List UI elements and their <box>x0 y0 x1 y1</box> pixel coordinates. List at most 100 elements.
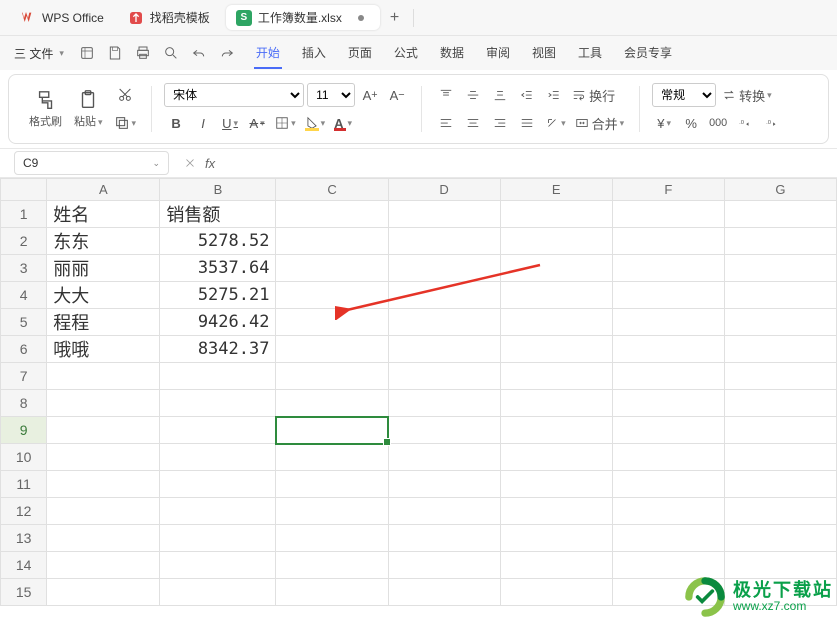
row-header-10[interactable]: 10 <box>1 444 47 471</box>
tab-formula[interactable]: 公式 <box>392 38 420 69</box>
cell-G15[interactable] <box>724 579 836 606</box>
cell-C8[interactable] <box>276 390 388 417</box>
cancel-icon[interactable] <box>183 156 197 170</box>
align-bottom-button[interactable] <box>488 83 512 107</box>
row-header-13[interactable]: 13 <box>1 525 47 552</box>
row-header-3[interactable]: 3 <box>1 255 47 282</box>
cell-A3[interactable]: 丽丽 <box>47 255 160 282</box>
cell-B8[interactable] <box>160 390 276 417</box>
cell-A8[interactable] <box>47 390 160 417</box>
cell-E11[interactable] <box>500 471 612 498</box>
percent-button[interactable]: % <box>679 111 703 135</box>
cell-F13[interactable] <box>612 525 724 552</box>
cell-B13[interactable] <box>160 525 276 552</box>
row-header-5[interactable]: 5 <box>1 309 47 336</box>
cell-E8[interactable] <box>500 390 612 417</box>
cell-A4[interactable]: 大大 <box>47 282 160 309</box>
cell-B11[interactable] <box>160 471 276 498</box>
file-menu[interactable]: 三 文件 ▾ <box>6 41 72 66</box>
cell-G9[interactable] <box>724 417 836 444</box>
cell-G14[interactable] <box>724 552 836 579</box>
cell-A9[interactable] <box>47 417 160 444</box>
cell-F7[interactable] <box>612 363 724 390</box>
align-center-button[interactable] <box>461 111 485 135</box>
strikethrough-button[interactable]: A▾ <box>245 111 269 135</box>
cell-B5[interactable]: 9426.42 <box>160 309 276 336</box>
cell-E10[interactable] <box>500 444 612 471</box>
cell-C10[interactable] <box>276 444 388 471</box>
increase-indent-button[interactable] <box>542 83 566 107</box>
cell-E13[interactable] <box>500 525 612 552</box>
format-painter-button[interactable]: 格式刷 <box>25 89 66 129</box>
col-header-G[interactable]: G <box>724 179 836 201</box>
cell-A13[interactable] <box>47 525 160 552</box>
cell-C4[interactable] <box>276 282 388 309</box>
underline-button[interactable]: U▾ <box>218 111 242 135</box>
cell-E2[interactable] <box>500 228 612 255</box>
name-box[interactable]: C9 ⌄ <box>14 151 169 175</box>
row-header-11[interactable]: 11 <box>1 471 47 498</box>
col-header-C[interactable]: C <box>276 179 388 201</box>
cell-C15[interactable] <box>276 579 388 606</box>
col-header-B[interactable]: B <box>160 179 276 201</box>
cell-B14[interactable] <box>160 552 276 579</box>
bold-button[interactable]: B <box>164 111 188 135</box>
row-header-15[interactable]: 15 <box>1 579 47 606</box>
cell-D2[interactable] <box>388 228 500 255</box>
italic-button[interactable]: I <box>191 111 215 135</box>
cell-E1[interactable] <box>500 201 612 228</box>
cell-A2[interactable]: 东东 <box>47 228 160 255</box>
cell-F3[interactable] <box>612 255 724 282</box>
cell-C9[interactable] <box>276 417 388 444</box>
cell-E4[interactable] <box>500 282 612 309</box>
tab-data[interactable]: 数据 <box>438 38 466 69</box>
cell-B2[interactable]: 5278.52 <box>160 228 276 255</box>
cell-B3[interactable]: 3537.64 <box>160 255 276 282</box>
cell-D9[interactable] <box>388 417 500 444</box>
font-color-button[interactable]: A▾ <box>331 111 355 135</box>
cell-D15[interactable] <box>388 579 500 606</box>
convert-button[interactable]: 转换▾ <box>719 83 775 107</box>
decrease-decimal-button[interactable]: .0 <box>760 111 784 135</box>
tab-tools[interactable]: 工具 <box>576 38 604 69</box>
cell-F12[interactable] <box>612 498 724 525</box>
fx-icon[interactable]: fx <box>205 156 215 171</box>
cell-F5[interactable] <box>612 309 724 336</box>
cell-A12[interactable] <box>47 498 160 525</box>
cell-D11[interactable] <box>388 471 500 498</box>
cut-button[interactable] <box>111 83 140 107</box>
cell-E12[interactable] <box>500 498 612 525</box>
cell-A1[interactable]: 姓名 <box>47 201 160 228</box>
cell-G4[interactable] <box>724 282 836 309</box>
cell-F8[interactable] <box>612 390 724 417</box>
cell-C14[interactable] <box>276 552 388 579</box>
cell-A10[interactable] <box>47 444 160 471</box>
cell-A11[interactable] <box>47 471 160 498</box>
cell-E3[interactable] <box>500 255 612 282</box>
font-size-select[interactable]: 11 <box>307 83 355 107</box>
cell-A7[interactable] <box>47 363 160 390</box>
decrease-font-button[interactable]: A− <box>385 83 409 107</box>
cell-B10[interactable] <box>160 444 276 471</box>
cell-F2[interactable] <box>612 228 724 255</box>
cell-D5[interactable] <box>388 309 500 336</box>
col-header-E[interactable]: E <box>500 179 612 201</box>
row-header-9[interactable]: 9 <box>1 417 47 444</box>
cell-D3[interactable] <box>388 255 500 282</box>
cell-A5[interactable]: 程程 <box>47 309 160 336</box>
cell-D7[interactable] <box>388 363 500 390</box>
cell-F9[interactable] <box>612 417 724 444</box>
cell-B7[interactable] <box>160 363 276 390</box>
align-right-button[interactable] <box>488 111 512 135</box>
align-top-button[interactable] <box>434 83 458 107</box>
row-header-4[interactable]: 4 <box>1 282 47 309</box>
copy-button[interactable]: ▾ <box>111 111 140 135</box>
cell-G12[interactable] <box>724 498 836 525</box>
cell-C12[interactable] <box>276 498 388 525</box>
cell-F6[interactable] <box>612 336 724 363</box>
cell-B6[interactable]: 8342.37 <box>160 336 276 363</box>
cell-G13[interactable] <box>724 525 836 552</box>
save-button[interactable] <box>102 40 128 66</box>
col-header-A[interactable]: A <box>47 179 160 201</box>
tab-start[interactable]: 开始 <box>254 38 282 69</box>
